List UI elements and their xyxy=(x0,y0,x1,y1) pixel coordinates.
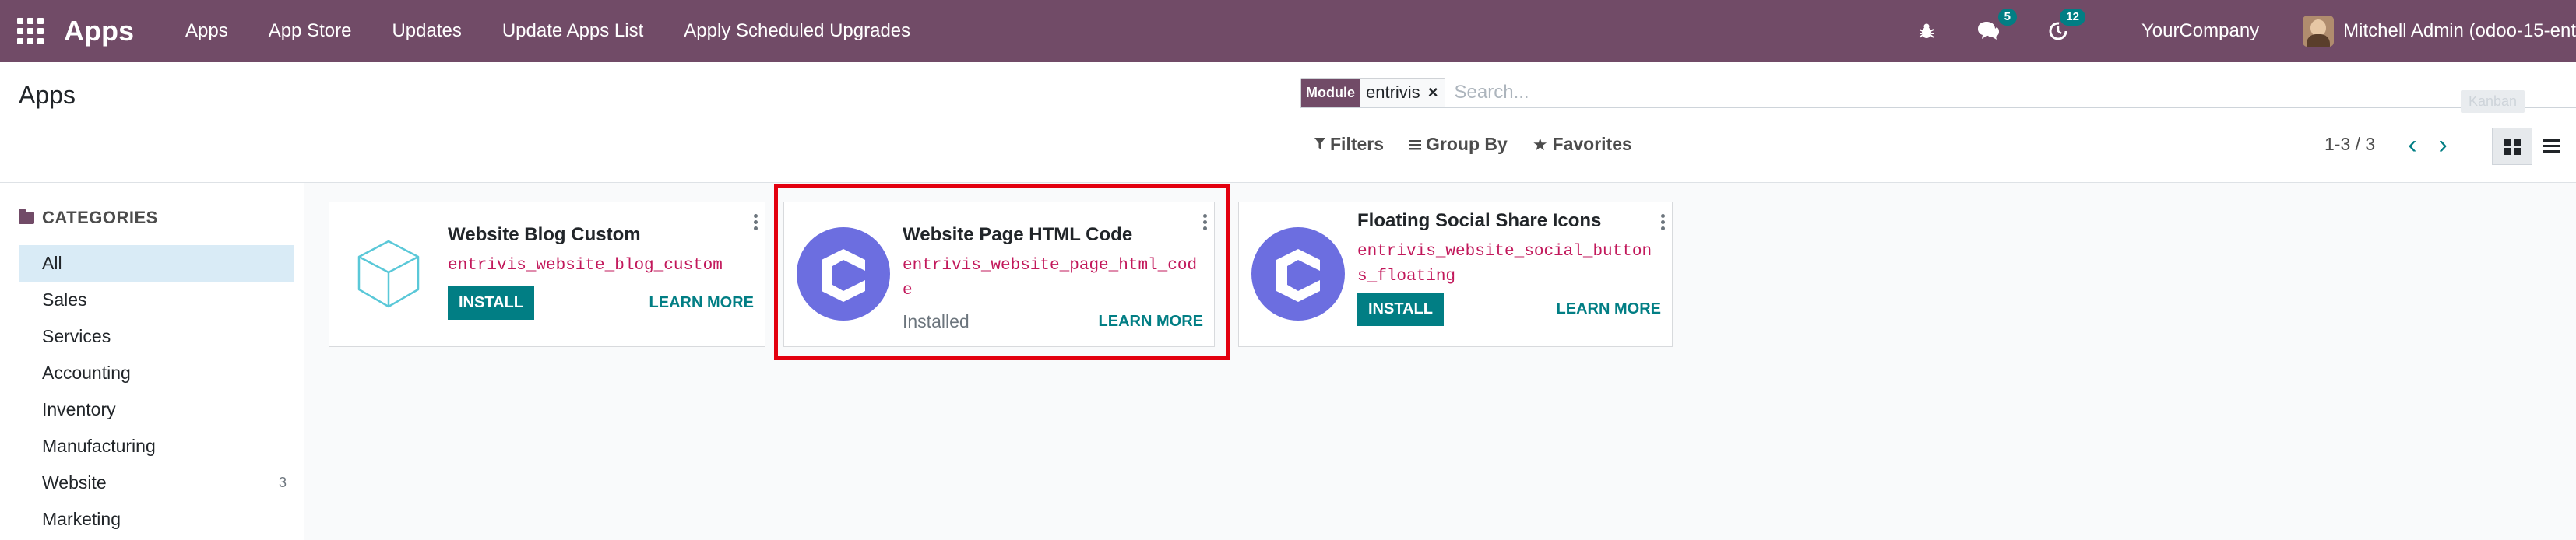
card-menu-dots-icon[interactable] xyxy=(754,212,758,233)
card-actions: INSTALL LEARN MORE xyxy=(1357,293,1661,326)
category-item-accounting[interactable]: Accounting xyxy=(19,355,294,391)
category-label: Website xyxy=(42,472,107,493)
kanban-view-button[interactable] xyxy=(2492,128,2532,165)
filters-button[interactable]: Filters xyxy=(1314,134,1384,155)
app-switcher-icon[interactable] xyxy=(17,18,44,44)
list-view-button[interactable] xyxy=(2532,128,2571,163)
category-label: Manufacturing xyxy=(42,436,156,456)
pager: 1-3 / 3 ‹ › xyxy=(2324,131,2458,158)
facet-value: entrivis xyxy=(1360,79,1427,107)
facet-label: Module xyxy=(1301,79,1360,107)
app-card-floating-social-share-icons[interactable]: Floating Social Share Icons entrivis_web… xyxy=(1238,202,1673,347)
menu-item-update-apps-list[interactable]: Update Apps List xyxy=(502,20,643,42)
category-sidebar: CATEGORIES All Sales Services Accounting… xyxy=(0,183,304,540)
app-brand[interactable]: Apps xyxy=(64,15,134,47)
card-module-name: entrivis_website_blog_custom xyxy=(448,257,723,275)
top-navbar: Apps Apps App Store Updates Update Apps … xyxy=(0,0,2576,62)
category-item-sales[interactable]: Sales xyxy=(19,282,294,318)
category-label: Services xyxy=(42,326,111,346)
messages-icon[interactable]: 5 xyxy=(1976,9,2017,41)
pager-previous-icon[interactable]: ‹ xyxy=(2408,131,2416,158)
category-list: All Sales Services Accounting Inventory … xyxy=(19,245,294,538)
learn-more-link[interactable]: LEARN MORE xyxy=(1099,313,1203,331)
menu-item-updates[interactable]: Updates xyxy=(392,20,461,42)
category-item-website[interactable]: Website 3 xyxy=(19,465,294,501)
category-item-all[interactable]: All xyxy=(19,245,294,282)
group-by-button[interactable]: Group By xyxy=(1409,134,1508,155)
categories-title: CATEGORIES xyxy=(42,208,158,227)
card-title[interactable]: Floating Social Share Icons xyxy=(1357,210,1661,232)
card-menu-dots-icon[interactable] xyxy=(1203,212,1208,233)
user-name: Mitchell Admin (odoo-15-ent xyxy=(2343,20,2576,41)
categories-header: CATEGORIES xyxy=(19,208,158,228)
menu-item-app-store[interactable]: App Store xyxy=(269,20,352,42)
kanban-view: Website Blog Custom entrivis_website_blo… xyxy=(304,183,2576,540)
filters-label: Filters xyxy=(1330,134,1385,154)
category-count: 3 xyxy=(278,475,287,490)
pager-next-icon[interactable]: › xyxy=(2439,131,2448,158)
facet-remove-icon[interactable]: × xyxy=(1426,79,1445,107)
category-item-inventory[interactable]: Inventory xyxy=(19,391,294,428)
group-by-label: Group By xyxy=(1426,134,1508,154)
card-body: Website Blog Custom entrivis_website_blo… xyxy=(448,224,754,320)
entrivis-logo-icon xyxy=(795,226,892,322)
card-module-name: entrivis_website_social_buttons_floating xyxy=(1357,243,1652,286)
card-module-name: entrivis_website_page_html_code xyxy=(903,257,1198,300)
card-menu-dots-icon[interactable] xyxy=(1661,212,1666,233)
avatar xyxy=(2303,16,2335,47)
list-icon xyxy=(2543,136,2560,156)
card-body: Floating Social Share Icons entrivis_web… xyxy=(1357,210,1661,326)
pager-value[interactable]: 1-3 / 3 xyxy=(2324,134,2375,155)
menu-item-apps[interactable]: Apps xyxy=(185,20,228,42)
messages-badge: 5 xyxy=(1997,9,2017,26)
app-card-website-blog-custom[interactable]: Website Blog Custom entrivis_website_blo… xyxy=(329,202,765,347)
learn-more-link[interactable]: LEARN MORE xyxy=(649,294,754,312)
cube-icon xyxy=(340,226,437,322)
category-label: All xyxy=(42,253,62,273)
search-facet: Module entrivis × xyxy=(1300,78,1445,107)
search-bar: Module entrivis × xyxy=(1300,78,2576,108)
card-actions: INSTALL LEARN MORE xyxy=(448,286,754,320)
search-input[interactable] xyxy=(1452,81,2469,104)
activities-clock-icon[interactable]: 12 xyxy=(2048,9,2085,41)
menu-item-apply-scheduled-upgrades[interactable]: Apply Scheduled Upgrades xyxy=(684,20,910,42)
filter-funnel-icon xyxy=(1314,135,1325,155)
category-item-manufacturing[interactable]: Manufacturing xyxy=(19,428,294,465)
installed-status: Installed xyxy=(903,311,970,331)
category-item-services[interactable]: Services xyxy=(19,318,294,355)
company-switcher[interactable]: YourCompany xyxy=(2141,20,2259,42)
category-label: Marketing xyxy=(42,509,121,529)
folder-icon xyxy=(19,209,34,224)
user-menu[interactable]: Mitchell Admin (odoo-15-ent xyxy=(2303,16,2576,47)
activities-badge: 12 xyxy=(2060,9,2085,26)
page-title: Apps xyxy=(19,81,76,109)
favorites-button[interactable]: ★ Favorites xyxy=(1533,134,1632,155)
view-tooltip: Kanban xyxy=(2461,90,2525,113)
card-title[interactable]: Website Blog Custom xyxy=(448,224,754,246)
group-by-bars-icon xyxy=(1409,135,1422,155)
main-menu: Apps App Store Updates Update Apps List … xyxy=(165,20,931,42)
entrivis-logo-icon xyxy=(1250,226,1346,322)
debug-bug-icon[interactable] xyxy=(1917,22,1936,40)
learn-more-link[interactable]: LEARN MORE xyxy=(1557,300,1661,318)
kanban-grid-icon xyxy=(2504,138,2521,155)
card-actions: Installed LEARN MORE xyxy=(903,311,1203,332)
systray: 5 12 YourCompany Mitchell Admin (odoo-15… xyxy=(1903,0,2576,62)
search-options: Filters Group By ★ Favorites xyxy=(1314,134,1657,155)
favorites-label: Favorites xyxy=(1552,134,1632,154)
install-button[interactable]: INSTALL xyxy=(448,286,534,320)
control-panel: Apps Module entrivis × Kanban Filters Gr… xyxy=(0,62,2576,183)
app-card-website-page-html-code[interactable]: Website Page HTML Code entrivis_website_… xyxy=(783,202,1215,347)
card-title[interactable]: Website Page HTML Code xyxy=(903,224,1203,246)
category-label: Sales xyxy=(42,289,87,310)
category-label: Inventory xyxy=(42,399,116,419)
view-switcher xyxy=(2492,128,2571,165)
install-button[interactable]: INSTALL xyxy=(1357,293,1444,326)
category-label: Accounting xyxy=(42,363,131,383)
card-body: Website Page HTML Code entrivis_website_… xyxy=(903,224,1203,332)
star-icon: ★ xyxy=(1532,134,1548,154)
category-item-marketing[interactable]: Marketing xyxy=(19,501,294,538)
